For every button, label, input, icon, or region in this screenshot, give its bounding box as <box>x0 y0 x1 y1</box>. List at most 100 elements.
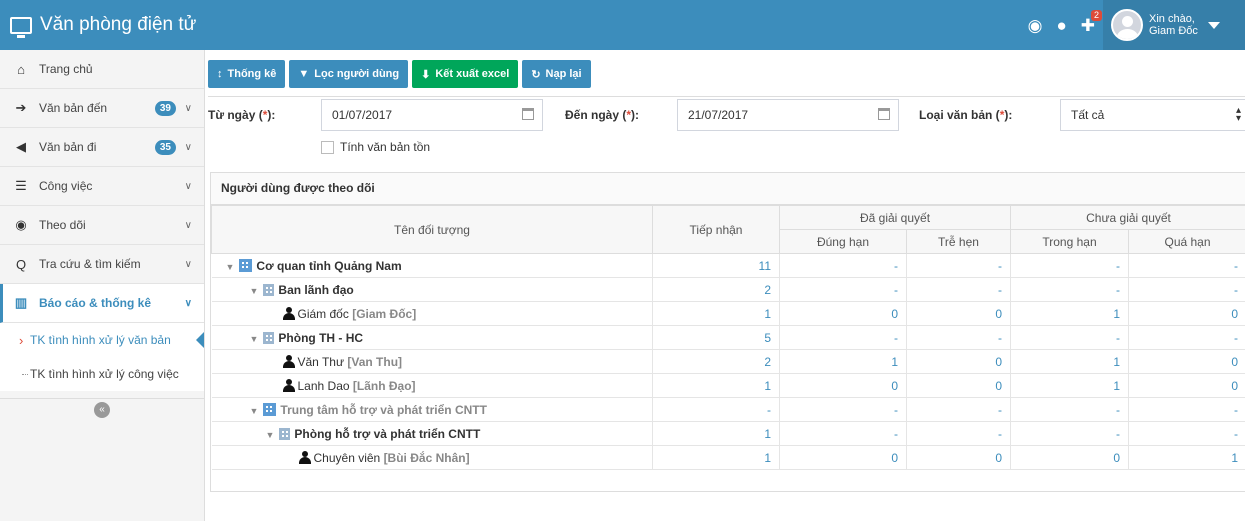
calendar-icon[interactable] <box>878 108 890 120</box>
expand-triangle-icon[interactable]: ▼ <box>250 406 259 416</box>
pending-docs-checkbox[interactable]: Tính văn bản tồn <box>321 140 430 154</box>
to-date-input[interactable]: 21/07/2017 <box>677 99 899 131</box>
header-icons: ◉ ● ✚ 2 <box>1028 0 1102 50</box>
row-name: Phòng hỗ trợ và phát triển CNTT <box>294 426 481 441</box>
table-row[interactable]: ▼ Phòng hỗ trợ và phát triển CNTT 1 - - -… <box>211 421 1245 446</box>
user-icon <box>298 450 311 464</box>
cell-on-time[interactable]: 0 <box>779 373 907 398</box>
cell-received[interactable]: 1 <box>652 421 780 446</box>
arrow-circle-left-icon: ◀ <box>16 139 26 154</box>
export-excel-button[interactable]: ⬇ Kết xuất excel <box>412 60 519 88</box>
building-icon <box>263 283 275 296</box>
cell-overdue: - <box>1128 325 1245 350</box>
row-name: Cơ quan tỉnh Quảng Nam <box>256 258 402 273</box>
doc-type-label: Loại văn bản (*): <box>919 108 1013 122</box>
table-row[interactable]: ▼ Phòng TH - HC 5 - - - - <box>211 325 1245 350</box>
sidebar-subitem-doc-stats[interactable]: TK tình hình xử lý văn bản <box>0 323 204 357</box>
puzzle-icon[interactable]: ✚ 2 <box>1081 9 1102 34</box>
chevron-down-icon: ∨ <box>184 219 192 231</box>
row-name: Ban lãnh đạo <box>278 282 354 297</box>
sidebar-item-incoming[interactable]: ➔ Văn bản đến 39 ∨ <box>0 89 204 128</box>
cell-received[interactable]: 2 <box>652 277 780 302</box>
cell-on-time: - <box>779 253 907 278</box>
cell-received[interactable]: 5 <box>652 325 780 350</box>
reload-button-label: Nạp lại <box>545 68 582 80</box>
cell-late[interactable]: 0 <box>906 349 1012 374</box>
app-brand[interactable]: Văn phòng điện tử <box>10 0 196 50</box>
reload-button[interactable]: ↻ Nạp lại <box>522 60 591 88</box>
sidebar-item-tracking[interactable]: ◉ Theo dõi ∨ <box>0 206 204 245</box>
sidebar-item-reports[interactable]: ▥ Báo cáo & thống kê ∨ <box>0 284 204 323</box>
user-menu[interactable]: Xin chào, Giam Đốc <box>1103 0 1245 50</box>
cell-received[interactable]: 1 <box>652 301 780 326</box>
from-date-input[interactable]: 01/07/2017 <box>321 99 543 131</box>
cell-overdue[interactable]: 1 <box>1128 445 1245 470</box>
cell-overdue[interactable]: 0 <box>1128 349 1245 374</box>
cell-on-time[interactable]: 0 <box>779 445 907 470</box>
table-row[interactable]: ▼ Cơ quan tỉnh Quảng Nam 11 - - - - <box>211 253 1245 278</box>
sidebar: ⌂ Trang chủ ➔ Văn bản đến 39 ∨ ◀ Văn bản… <box>0 50 205 521</box>
cell-in-time[interactable]: 1 <box>1010 373 1130 398</box>
table-row[interactable]: Lanh Dao [Lãnh Đạo] 1 0 0 1 0 <box>211 373 1245 398</box>
sidebar-subitem-task-stats[interactable]: TK tình hình xử lý công việc <box>0 357 204 391</box>
caret-down-icon[interactable] <box>1207 21 1220 29</box>
expand-triangle-icon[interactable]: ▼ <box>266 430 275 440</box>
sidebar-item-search[interactable]: Q Tra cứu & tìm kiếm ∨ <box>0 245 204 284</box>
cell-on-time[interactable]: 1 <box>779 349 907 374</box>
cell-received[interactable]: 1 <box>652 445 780 470</box>
checkbox[interactable] <box>321 140 334 154</box>
chevron-down-icon: ∨ <box>184 141 192 153</box>
cell-received[interactable]: 2 <box>652 349 780 374</box>
cell-overdue: - <box>1128 421 1245 446</box>
select-arrows-icon: ▴ ▾ <box>1235 105 1241 124</box>
user-icon <box>282 378 295 392</box>
refresh-icon: ↻ <box>531 68 541 81</box>
expand-triangle-icon[interactable]: ▼ <box>250 286 259 296</box>
cell-late[interactable]: 0 <box>906 301 1012 326</box>
row-name: Chuyên viên <box>313 450 381 465</box>
table-row[interactable]: ▼ Ban lãnh đạo 2 - - - - <box>211 277 1245 302</box>
cell-late: - <box>906 397 1012 422</box>
col-late: Trễ hẹn <box>905 229 1012 254</box>
cell-on-time: - <box>779 397 907 422</box>
sidebar-item-tasks[interactable]: ☰ Công việc ∨ <box>0 167 204 206</box>
calendar-icon[interactable] <box>522 108 534 120</box>
collapse-button[interactable]: « <box>94 402 110 418</box>
expand-triangle-icon[interactable]: ▼ <box>226 262 235 272</box>
table-row[interactable]: Chuyên viên [Bùi Đắc Nhân] 1 0 0 0 1 <box>211 445 1245 470</box>
col-on-time: Đúng hạn <box>779 229 907 254</box>
cell-late[interactable]: 0 <box>906 373 1012 398</box>
doc-type-select[interactable]: Tất cả ▴ ▾ <box>1060 99 1245 131</box>
cell-late[interactable]: 0 <box>906 445 1012 470</box>
cell-in-time[interactable]: 1 <box>1010 301 1130 326</box>
col-received: Tiếp nhận <box>652 205 780 254</box>
filter-users-button[interactable]: ▼ Lọc người dùng <box>289 60 409 88</box>
table-row[interactable]: Văn Thư [Van Thu] 2 1 0 1 0 <box>211 349 1245 374</box>
sidebar-item-label: Trang chủ <box>39 62 93 76</box>
cell-in-time[interactable]: 1 <box>1010 349 1130 374</box>
expand-triangle-icon[interactable]: ▼ <box>250 334 259 344</box>
globe-icon[interactable]: ◉ <box>1028 17 1043 34</box>
stats-button[interactable]: ↕ Thống kê <box>208 60 286 88</box>
cell-received[interactable]: 11 <box>652 253 780 278</box>
cell-overdue[interactable]: 0 <box>1128 301 1245 326</box>
cell-on-time: - <box>779 277 907 302</box>
table-row[interactable]: Giám đốc [Giam Đốc] 1 0 0 1 0 <box>211 301 1245 326</box>
cell-on-time[interactable]: 0 <box>779 301 907 326</box>
chat-icon[interactable]: ● <box>1056 17 1066 34</box>
sidebar-item-label: Theo dõi <box>39 218 86 232</box>
table-row[interactable]: ▼ Trung tâm hỗ trợ và phát triển CNTT - -… <box>211 397 1245 422</box>
col-overdue: Quá hạn <box>1128 229 1245 254</box>
sidebar-item-home[interactable]: ⌂ Trang chủ <box>0 50 204 89</box>
greeting: Xin chào, Giam Đốc <box>1149 13 1198 37</box>
sidebar-collapse: « <box>0 398 205 422</box>
cell-received[interactable]: 1 <box>652 373 780 398</box>
cell-late: - <box>906 277 1012 302</box>
panel-title: Người dùng được theo dõi <box>211 173 1245 205</box>
cell-overdue: - <box>1128 253 1245 278</box>
stats-button-label: Thống kê <box>227 68 277 80</box>
sidebar-item-outgoing[interactable]: ◀ Văn bản đi 35 ∨ <box>0 128 204 167</box>
cell-in-time[interactable]: 0 <box>1010 445 1130 470</box>
cell-overdue[interactable]: 0 <box>1128 373 1245 398</box>
arrow-circle-right-icon: ➔ <box>15 100 27 115</box>
